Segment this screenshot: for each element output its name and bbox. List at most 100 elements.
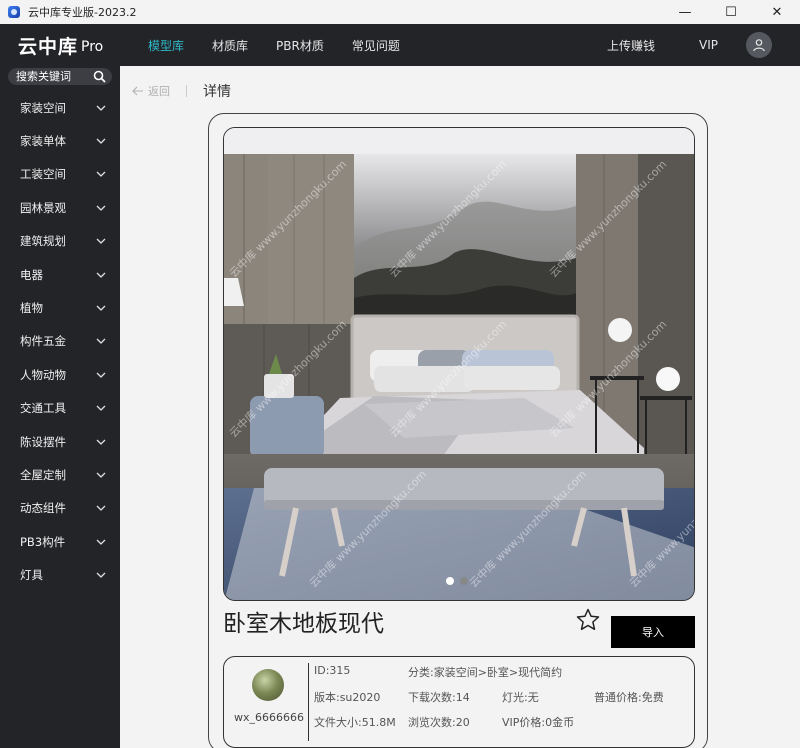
- search-box: [8, 68, 112, 85]
- sidebar-item[interactable]: 全屋定制: [0, 458, 120, 491]
- app-icon: [8, 6, 20, 18]
- nav-vip[interactable]: VIP: [685, 38, 732, 52]
- nav-material-library[interactable]: 材质库: [198, 37, 262, 54]
- sidebar-item-label: 陈设摆件: [20, 434, 66, 449]
- model-category: 分类:家装空间>卧室>现代简约: [408, 666, 563, 679]
- lighting-info: 灯光:无: [502, 691, 539, 704]
- sidebar-item[interactable]: 植物: [0, 291, 120, 324]
- favorite-button[interactable]: [575, 607, 601, 637]
- user-avatar-button[interactable]: [746, 32, 772, 58]
- arrow-left-icon: [132, 86, 143, 96]
- sidebar-item[interactable]: 家装单体: [0, 124, 120, 157]
- sidebar-item-label: 家装空间: [20, 100, 66, 115]
- sidebar-item-label: 电器: [20, 267, 43, 282]
- vip-price: VIP价格:0金币: [502, 716, 575, 729]
- author-name[interactable]: wx_6666666: [234, 711, 304, 724]
- main-content: 返回 详情 云中库 www.yunzhongku.com 云中库 www.yun…: [120, 66, 800, 748]
- back-label: 返回: [148, 85, 170, 98]
- sidebar-item[interactable]: 家装空间: [0, 91, 120, 124]
- window-title: 云中库专业版-2023.2: [28, 6, 137, 19]
- sidebar-item[interactable]: 电器: [0, 258, 120, 291]
- chevron-down-icon: [96, 305, 106, 311]
- sidebar-item[interactable]: 建筑规划: [0, 225, 120, 258]
- minimize-button[interactable]: —: [662, 0, 708, 24]
- maximize-button[interactable]: ☐: [708, 0, 754, 24]
- window-controls: — ☐ ✕: [662, 0, 800, 24]
- sidebar-item[interactable]: 人物动物: [0, 358, 120, 391]
- logo-text: 云中库: [18, 35, 79, 58]
- logo: 云中库 Pro: [0, 24, 120, 66]
- sidebar-item-label: 交通工具: [20, 401, 66, 416]
- sidebar-item[interactable]: 构件五金: [0, 325, 120, 358]
- chevron-down-icon: [96, 572, 106, 579]
- nav-upload-earn[interactable]: 上传赚钱: [593, 37, 669, 54]
- top-nav: 云中库 Pro 模型库 材质库 PBR材质 常见问题 上传赚钱 VIP: [0, 24, 800, 66]
- sidebar-item[interactable]: PB3构件: [0, 525, 120, 558]
- author-avatar[interactable]: [252, 669, 284, 701]
- sidebar-item-label: 全屋定制: [20, 467, 66, 482]
- model-info-panel: wx_6666666 ID:315 分类:家装空间>卧室>现代简约 版本:su2…: [223, 656, 695, 748]
- category-list: 家装空间家装单体工装空间园林景观建筑规划电器植物构件五金人物动物交通工具陈设摆件…: [0, 91, 120, 592]
- chevron-down-icon: [96, 372, 106, 378]
- nav-faq[interactable]: 常见问题: [338, 37, 414, 54]
- breadcrumb-divider: [186, 85, 187, 97]
- breadcrumb: 返回 详情: [132, 81, 231, 101]
- view-count: 浏览次数:20: [408, 716, 470, 729]
- chevron-down-icon: [96, 272, 106, 278]
- chevron-down-icon: [96, 439, 106, 445]
- info-divider: [308, 663, 309, 741]
- search-icon[interactable]: [93, 70, 106, 83]
- model-version: 版本:su2020: [314, 691, 381, 704]
- carousel-dot-2[interactable]: [460, 577, 468, 585]
- back-button[interactable]: 返回: [132, 83, 170, 99]
- author-block: wx_6666666: [224, 657, 308, 748]
- model-image-viewer[interactable]: 云中库 www.yunzhongku.com 云中库 www.yunzhongk…: [223, 127, 695, 601]
- model-preview-image: 云中库 www.yunzhongku.com 云中库 www.yunzhongk…: [224, 128, 694, 600]
- sidebar-item-label: 构件五金: [20, 334, 66, 349]
- download-count: 下载次数:14: [408, 691, 470, 704]
- category-sidebar: 家装空间家装单体工装空间园林景观建筑规划电器植物构件五金人物动物交通工具陈设摆件…: [0, 66, 120, 748]
- sidebar-item-label: 植物: [20, 301, 43, 316]
- sidebar-item-label: 建筑规划: [20, 234, 66, 249]
- page-title: 详情: [203, 84, 231, 100]
- chevron-down-icon: [96, 238, 106, 245]
- sidebar-item[interactable]: 交通工具: [0, 392, 120, 425]
- file-size: 文件大小:51.8M: [314, 716, 396, 729]
- user-icon: [753, 39, 765, 52]
- model-detail-card: 云中库 www.yunzhongku.com 云中库 www.yunzhongk…: [208, 113, 708, 748]
- logo-sub: Pro: [81, 39, 104, 55]
- sidebar-item[interactable]: 陈设摆件: [0, 425, 120, 458]
- chevron-down-icon: [96, 539, 106, 545]
- nav-pbr-material[interactable]: PBR材质: [262, 37, 338, 54]
- sidebar-item-label: PB3构件: [20, 534, 66, 549]
- sidebar-item-label: 灯具: [20, 568, 43, 583]
- model-id: ID:315: [314, 664, 351, 677]
- chevron-down-icon: [96, 105, 106, 111]
- nav-model-library[interactable]: 模型库: [134, 37, 198, 54]
- chevron-down-icon: [96, 405, 106, 412]
- title-bar: 云中库专业版-2023.2 — ☐ ✕: [0, 0, 800, 24]
- carousel-dots: [446, 577, 468, 585]
- chevron-down-icon: [96, 205, 106, 211]
- search-input[interactable]: [16, 70, 94, 83]
- chevron-down-icon: [96, 138, 106, 144]
- sidebar-item-label: 人物动物: [20, 367, 66, 382]
- sidebar-item[interactable]: 园林景观: [0, 191, 120, 224]
- sidebar-item[interactable]: 动态组件: [0, 492, 120, 525]
- sidebar-item-label: 家装单体: [20, 134, 66, 149]
- chevron-down-icon: [96, 505, 106, 512]
- chevron-down-icon: [96, 172, 106, 178]
- sidebar-item-label: 园林景观: [20, 200, 66, 215]
- normal-price: 普通价格:免费: [594, 691, 664, 704]
- nav-right: 上传赚钱 VIP: [593, 24, 800, 66]
- sidebar-item[interactable]: 工装空间: [0, 158, 120, 191]
- model-title: 卧室木地板现代: [223, 611, 384, 637]
- carousel-dot-1[interactable]: [446, 577, 454, 585]
- import-button[interactable]: 导入: [611, 616, 695, 648]
- sidebar-item-label: 工装空间: [20, 167, 66, 182]
- sidebar-item[interactable]: 灯具: [0, 558, 120, 591]
- chevron-down-icon: [96, 472, 106, 478]
- close-button[interactable]: ✕: [754, 0, 800, 24]
- star-icon: [576, 608, 600, 631]
- sidebar-item-label: 动态组件: [20, 501, 66, 516]
